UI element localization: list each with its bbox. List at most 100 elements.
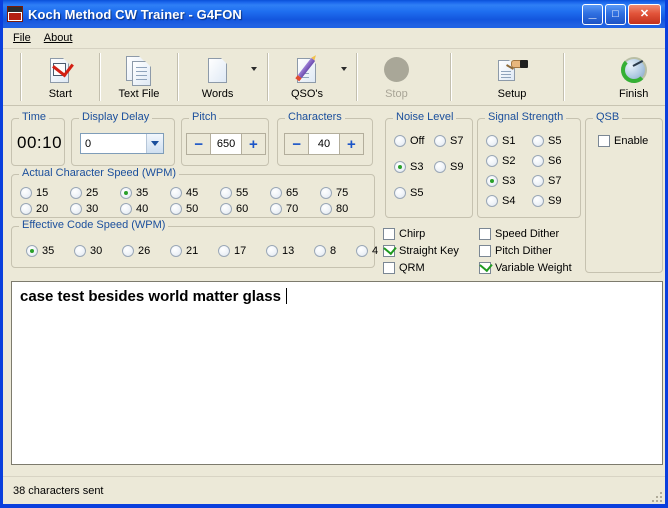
close-button[interactable]: ✕ bbox=[628, 3, 661, 25]
ecs-option-17[interactable]: 17 bbox=[218, 245, 246, 257]
ecs-option-4[interactable]: 4 bbox=[356, 245, 378, 257]
toolbar-button-qsos[interactable]: QSO's bbox=[276, 49, 339, 105]
acs-option-15[interactable]: 15 bbox=[20, 187, 48, 199]
effect-pitch-dither-checkbox[interactable]: Pitch Dither bbox=[479, 245, 552, 257]
radio-icon bbox=[70, 187, 82, 199]
display-delay-chevron-button[interactable] bbox=[146, 134, 163, 153]
pitch-increment-button[interactable]: + bbox=[241, 134, 266, 154]
ecs-option-8[interactable]: 8 bbox=[314, 245, 336, 257]
signal-option-s4[interactable]: S4 bbox=[486, 195, 515, 207]
radio-icon bbox=[170, 187, 182, 199]
characters-increment-button[interactable]: + bbox=[339, 134, 364, 154]
ecs-option-30[interactable]: 30 bbox=[74, 245, 102, 257]
noise-level-option-s7[interactable]: S7 bbox=[434, 135, 463, 147]
radio-icon bbox=[434, 135, 446, 147]
qsb-enable-checkbox[interactable]: Enable bbox=[598, 135, 648, 147]
toolbar-button-words[interactable]: Words bbox=[186, 49, 249, 105]
characters-decrement-button[interactable]: − bbox=[285, 134, 309, 154]
noise-level-option-off[interactable]: Off bbox=[394, 135, 424, 147]
menu-item-file[interactable]: File bbox=[9, 30, 40, 46]
acs-option-20[interactable]: 20 bbox=[20, 203, 48, 215]
page-checkmark-icon bbox=[44, 56, 76, 86]
acs-40-label: 40 bbox=[136, 203, 149, 215]
acs-20-label: 20 bbox=[36, 203, 49, 215]
signal-option-s2[interactable]: S2 bbox=[486, 155, 515, 167]
signal-option-s3[interactable]: S3 bbox=[486, 175, 515, 187]
words-dropdown-button[interactable] bbox=[249, 49, 260, 105]
menu-item-about[interactable]: About bbox=[40, 30, 82, 46]
radio-icon bbox=[218, 245, 230, 257]
effect-straight-key-checkbox[interactable]: Straight Key bbox=[383, 245, 459, 257]
pitch-decrement-button[interactable]: − bbox=[187, 134, 211, 154]
noise-s5-label: S5 bbox=[410, 187, 424, 199]
radio-icon bbox=[532, 195, 544, 207]
toolbar-button-text-file[interactable]: Text File bbox=[108, 49, 171, 105]
signal-s2-label: S2 bbox=[502, 155, 516, 167]
signal-option-s1[interactable]: S1 bbox=[486, 135, 515, 147]
signal-option-s5[interactable]: S5 bbox=[532, 135, 561, 147]
pitch-stepper[interactable]: − 650 + bbox=[186, 133, 266, 155]
radio-icon bbox=[270, 203, 282, 215]
radio-icon bbox=[434, 161, 446, 173]
acs-option-70[interactable]: 70 bbox=[270, 203, 298, 215]
effect-speed-dither-checkbox[interactable]: Speed Dither bbox=[479, 228, 559, 240]
effective-code-speed-legend: Effective Code Speed (WPM) bbox=[19, 219, 169, 231]
resize-grip-icon[interactable] bbox=[648, 488, 662, 502]
display-delay-dropdown[interactable]: 0 bbox=[80, 133, 164, 154]
toolbar-separator bbox=[177, 53, 180, 101]
noise-level-legend: Noise Level bbox=[393, 111, 457, 123]
actual-character-speed-group: Actual Character Speed (WPM) 15 20 25 30… bbox=[11, 167, 375, 218]
acs-option-30[interactable]: 30 bbox=[70, 203, 98, 215]
toolbar-qsos-label: QSO's bbox=[290, 88, 324, 100]
acs-option-25[interactable]: 25 bbox=[70, 187, 98, 199]
signal-option-s7[interactable]: S7 bbox=[532, 175, 561, 187]
toolbar-button-finish[interactable]: Finish bbox=[602, 49, 665, 105]
toolbar-text-file-label: Text File bbox=[118, 88, 160, 100]
noise-off-label: Off bbox=[410, 135, 425, 147]
acs-option-55[interactable]: 55 bbox=[220, 187, 248, 199]
qsos-dropdown-button[interactable] bbox=[338, 49, 349, 105]
radio-icon bbox=[394, 161, 406, 173]
radio-icon bbox=[20, 187, 32, 199]
acs-option-35[interactable]: 35 bbox=[120, 187, 148, 199]
effect-speed-dither-label: Speed Dither bbox=[495, 228, 560, 240]
radio-icon bbox=[486, 135, 498, 147]
toolbar-separator bbox=[563, 53, 566, 101]
signal-option-s6[interactable]: S6 bbox=[532, 155, 561, 167]
green-refresh-clock-icon bbox=[618, 56, 650, 86]
acs-option-80[interactable]: 80 bbox=[320, 203, 348, 215]
effects-group: Chirp Straight Key QRM Speed Dither Pitc… bbox=[383, 226, 579, 274]
characters-stepper[interactable]: − 40 + bbox=[284, 133, 364, 155]
radio-icon bbox=[26, 245, 38, 257]
ecs-option-13[interactable]: 13 bbox=[266, 245, 294, 257]
acs-option-65[interactable]: 65 bbox=[270, 187, 298, 199]
menu-about-label: About bbox=[43, 32, 73, 44]
display-delay-legend: Display Delay bbox=[79, 111, 153, 123]
toolbar-button-stop[interactable]: Stop bbox=[365, 49, 428, 105]
minimize-button[interactable]: _ bbox=[582, 3, 603, 25]
acs-option-50[interactable]: 50 bbox=[170, 203, 198, 215]
effect-qrm-checkbox[interactable]: QRM bbox=[383, 262, 425, 274]
characters-value[interactable]: 40 bbox=[308, 134, 340, 154]
acs-option-75[interactable]: 75 bbox=[320, 187, 348, 199]
maximize-button[interactable]: □ bbox=[605, 3, 626, 25]
effect-chirp-checkbox[interactable]: Chirp bbox=[383, 228, 425, 240]
ecs-option-35[interactable]: 35 bbox=[26, 245, 54, 257]
signal-option-s9[interactable]: S9 bbox=[532, 195, 561, 207]
toolbar-button-setup[interactable]: Setup bbox=[481, 49, 544, 105]
toolbar-button-start[interactable]: Start bbox=[29, 49, 92, 105]
pitch-value[interactable]: 650 bbox=[210, 134, 242, 154]
acs-option-40[interactable]: 40 bbox=[120, 203, 148, 215]
title-bar: Koch Method CW Trainer - G4FON _ □ ✕ bbox=[3, 0, 665, 28]
noise-level-option-s9[interactable]: S9 bbox=[434, 161, 463, 173]
noise-level-option-s5[interactable]: S5 bbox=[394, 187, 423, 199]
signal-s7-label: S7 bbox=[548, 175, 562, 187]
acs-option-60[interactable]: 60 bbox=[220, 203, 248, 215]
effect-variable-weight-checkbox[interactable]: Variable Weight bbox=[479, 262, 572, 274]
ecs-option-26[interactable]: 26 bbox=[122, 245, 150, 257]
menu-bar: File About bbox=[3, 28, 665, 49]
output-textarea[interactable]: case test besides world matter glass bbox=[11, 281, 663, 465]
ecs-option-21[interactable]: 21 bbox=[170, 245, 198, 257]
noise-level-option-s3[interactable]: S3 bbox=[394, 161, 423, 173]
acs-option-45[interactable]: 45 bbox=[170, 187, 198, 199]
